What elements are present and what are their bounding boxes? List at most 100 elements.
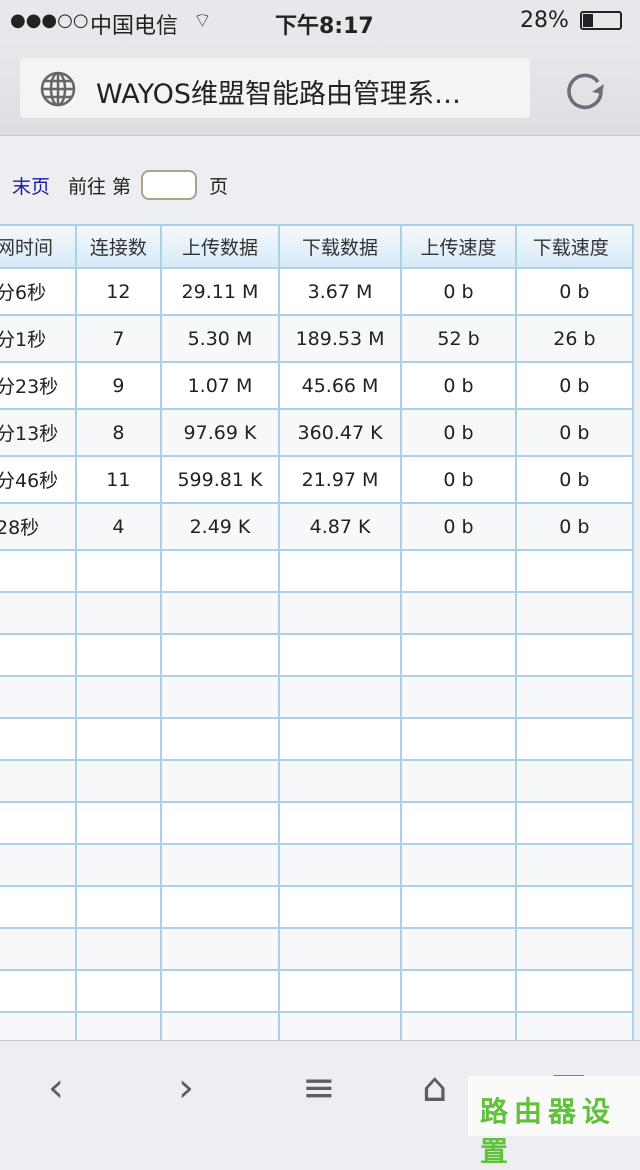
table-cell: 分13秒 xyxy=(0,408,77,457)
table-cell xyxy=(74,969,163,1013)
table-cell xyxy=(160,885,280,929)
table-header: 网时间 连接数 上传数据 下载数据 上传速度 下载速度 xyxy=(0,224,635,269)
table-cell xyxy=(514,927,635,971)
table-cell xyxy=(0,969,77,1013)
table-cell xyxy=(74,549,163,593)
table-cell xyxy=(400,759,517,803)
table-cell: 2.49 K xyxy=(160,502,280,551)
table-cell: 0 b xyxy=(400,455,517,504)
table-cell xyxy=(0,633,77,677)
home-icon[interactable]: ⌂ xyxy=(422,1065,447,1111)
browser-bar: WAYOS维盟智能路由管理系… xyxy=(0,40,640,136)
table-cell xyxy=(0,759,77,803)
empty-row xyxy=(0,843,635,887)
table-cell xyxy=(160,675,280,719)
table-cell: 0 b xyxy=(514,502,635,551)
forward-icon[interactable]: › xyxy=(178,1065,194,1111)
empty-row xyxy=(0,633,635,677)
carrier: 中国电信 xyxy=(90,14,179,39)
table-cell xyxy=(277,927,403,971)
table-cell xyxy=(400,801,517,845)
table-row: 分23秒 9 1.07 M 45.66 M0 b0 b xyxy=(0,361,635,410)
table-cell xyxy=(160,969,280,1013)
table-cell: 分23秒 xyxy=(0,361,77,410)
wifi-icon: ⌔ xyxy=(193,8,212,32)
empty-row xyxy=(0,675,635,719)
table-cell xyxy=(160,591,280,635)
table-cell xyxy=(400,843,517,887)
table-cell xyxy=(74,801,163,845)
table-row: 分46秒 11 599.81 K 21.97 M0 b0 b xyxy=(0,455,635,504)
table-cell: 26 b xyxy=(514,314,635,363)
connection-table: 网时间 连接数 上传数据 下载数据 上传速度 下载速度 分6秒 12 29.11 M… xyxy=(0,224,635,1055)
table-cell: 0 b xyxy=(514,361,635,410)
table-cell xyxy=(514,633,635,677)
reload-icon[interactable] xyxy=(562,66,608,112)
empty-row xyxy=(0,759,635,803)
col-download-speed: 下载速度 xyxy=(514,224,635,269)
table-cell: 28秒 xyxy=(0,502,77,551)
battery-percent: 28% xyxy=(520,8,569,33)
table-cell xyxy=(277,549,403,593)
table-row: 分13秒 8 97.69 K 360.47 K0 b0 b xyxy=(0,408,635,457)
table-cell xyxy=(160,843,280,887)
col-online-time: 网时间 xyxy=(0,224,77,269)
table-cell xyxy=(74,675,163,719)
table-cell: 分1秒 xyxy=(0,314,77,363)
col-connections: 连接数 xyxy=(74,224,163,269)
table-cell xyxy=(0,591,77,635)
signal-icon: ●●●○○ xyxy=(10,10,89,31)
table-cell: 9 xyxy=(74,361,163,410)
empty-row xyxy=(0,969,635,1013)
last-page-link[interactable]: 末页 xyxy=(12,172,50,199)
table-cell: 45.66 M xyxy=(277,361,403,410)
table-cell: 0 b xyxy=(400,408,517,457)
table-cell xyxy=(160,633,280,677)
table-cell xyxy=(0,717,77,761)
goto-label: 前往 第 xyxy=(68,175,132,198)
table-cell xyxy=(160,717,280,761)
table-cell xyxy=(514,591,635,635)
table-cell: 3.67 M xyxy=(277,267,403,316)
table-cell: 97.69 K xyxy=(160,408,280,457)
clock: 下午8:17 xyxy=(275,14,374,39)
table-cell xyxy=(400,633,517,677)
table-cell xyxy=(277,675,403,719)
watermark: 路由器设置 xyxy=(468,1076,640,1168)
table-cell: 1.07 M xyxy=(160,361,280,410)
table-cell xyxy=(74,927,163,971)
table-cell xyxy=(277,843,403,887)
table-cell xyxy=(160,759,280,803)
table-cell: 0 b xyxy=(514,408,635,457)
table-cell xyxy=(277,801,403,845)
table-cell xyxy=(277,717,403,761)
menu-icon[interactable]: ≡ xyxy=(302,1065,336,1111)
globe-icon xyxy=(40,71,76,107)
battery-icon xyxy=(580,11,622,30)
table-cell xyxy=(514,969,635,1013)
table-cell xyxy=(400,885,517,929)
back-icon[interactable]: ‹ xyxy=(48,1065,64,1111)
empty-row xyxy=(0,717,635,761)
table-row: 分1秒 7 5.30 M 189.53 M 52 b 26 b xyxy=(0,314,635,363)
table-cell: 5.30 M xyxy=(160,314,280,363)
table-cell xyxy=(514,675,635,719)
table-cell: 599.81 K xyxy=(160,455,280,504)
table-cell xyxy=(74,843,163,887)
table-cell xyxy=(0,885,77,929)
table-cell xyxy=(74,633,163,677)
table-cell: 0 b xyxy=(400,361,517,410)
table-cell xyxy=(0,843,77,887)
address-bar[interactable]: WAYOS维盟智能路由管理系… xyxy=(20,58,530,118)
table-cell xyxy=(277,759,403,803)
table-cell xyxy=(514,759,635,803)
pagination: 末页 前往 第 页 xyxy=(12,170,228,200)
table-cell xyxy=(514,549,635,593)
table-cell xyxy=(160,549,280,593)
table-cell: 29.11 M xyxy=(160,267,280,316)
table-cell xyxy=(514,885,635,929)
table-cell: 8 xyxy=(74,408,163,457)
page-number-input[interactable] xyxy=(141,170,198,200)
table-cell xyxy=(514,717,635,761)
page-suffix: 页 xyxy=(209,175,229,198)
